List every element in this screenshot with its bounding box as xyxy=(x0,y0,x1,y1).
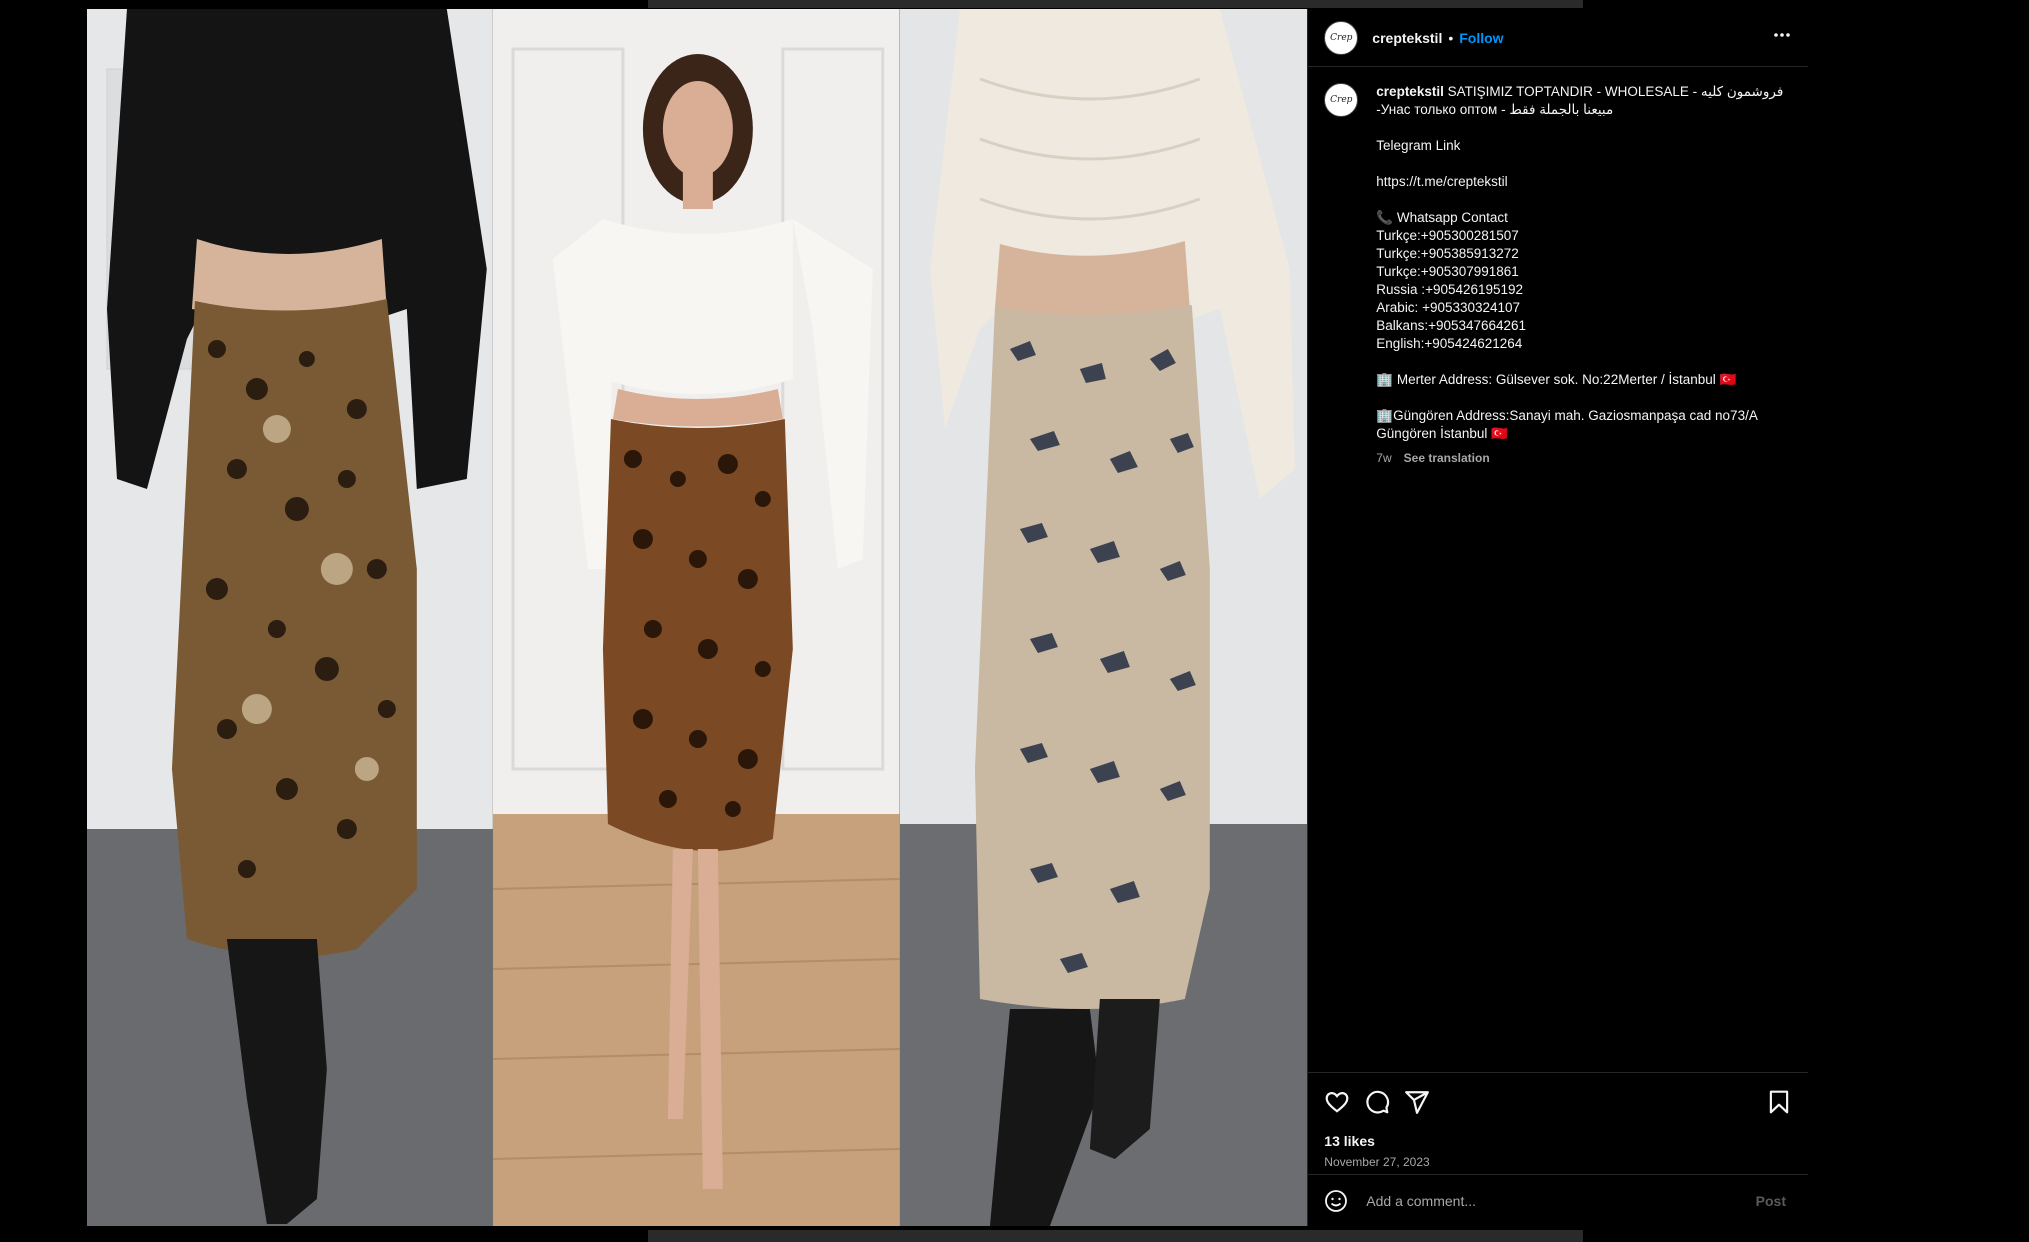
follow-button[interactable]: Follow xyxy=(1459,30,1503,46)
avatar[interactable]: Crep xyxy=(1324,20,1359,55)
post-image-right xyxy=(899,9,1308,1226)
caption-avatar[interactable]: Crep xyxy=(1324,83,1359,117)
post-comment-button[interactable]: Post xyxy=(1750,1192,1792,1210)
caption-avatar-text: Crep xyxy=(1330,95,1353,105)
caption-line: Telegram Link xyxy=(1376,138,1461,153)
caption-text: creptekstil SATIŞIMIZ TOPTANDIR - WHOLES… xyxy=(1376,83,1786,467)
caption-block: Crep creptekstil SATIŞIMIZ TOPTANDIR - W… xyxy=(1308,67,1808,467)
caption-line xyxy=(1376,191,1786,209)
avatar-text: Crep xyxy=(1330,32,1353,43)
caption-line: Balkans:+905347664261 xyxy=(1376,318,1527,333)
caption-line: 📞 Whatsapp Contact xyxy=(1376,210,1508,225)
caption-line xyxy=(1376,119,1786,137)
see-translation-button[interactable]: See translation xyxy=(1404,449,1490,467)
caption-line xyxy=(1376,155,1786,173)
time-ago[interactable]: 7w xyxy=(1376,449,1391,467)
caption-first-line: SATIŞIMIZ TOPTANDIR - WHOLESALE - فروشمو… xyxy=(1443,84,1784,99)
post-image-left xyxy=(87,9,493,1226)
post-details-panel: Crep creptekstil • Follow Crep creptekst… xyxy=(1307,9,1808,1226)
bookmark-icon[interactable] xyxy=(1766,1089,1792,1115)
caption-line: Arabic: +905330324107 xyxy=(1376,300,1521,315)
comment-bar: Post xyxy=(1308,1174,1808,1226)
caption-line: -Унас только оптом - مبيعنا بالجملة فقط xyxy=(1376,102,1614,117)
more-options-icon[interactable] xyxy=(1772,25,1792,51)
caption-meta: 7w See translation xyxy=(1376,449,1786,467)
caption-line: Turkçe:+905300281507 xyxy=(1376,228,1519,243)
likes-count[interactable]: 13 likes xyxy=(1308,1125,1808,1149)
caption-line: Russia :+905426195192 xyxy=(1376,282,1524,297)
action-icons xyxy=(1308,1073,1808,1125)
post-media[interactable] xyxy=(87,9,1308,1226)
post-header: Crep creptekstil • Follow xyxy=(1308,9,1808,67)
caption-line xyxy=(1376,389,1786,407)
feed-background-strip-top xyxy=(648,0,1583,8)
post-modal: Crep creptekstil • Follow Crep creptekst… xyxy=(87,9,1808,1226)
feed-background-strip-bottom xyxy=(648,1230,1583,1242)
caption-line: Turkçe:+905307991861 xyxy=(1376,264,1519,279)
comment-icon[interactable] xyxy=(1364,1089,1390,1115)
emoji-icon[interactable] xyxy=(1324,1189,1348,1213)
caption-line xyxy=(1376,353,1786,371)
separator-dot: • xyxy=(1448,29,1454,46)
actions-area: 13 likes November 27, 2023 xyxy=(1308,1072,1808,1169)
heart-icon[interactable] xyxy=(1324,1089,1350,1115)
username-link[interactable]: creptekstil xyxy=(1372,30,1442,46)
caption-line: 🏢 Merter Address: Gülsever sok. No:22Mer… xyxy=(1376,372,1737,387)
share-icon[interactable] xyxy=(1404,1089,1430,1115)
telegram-link[interactable]: https://t.me/creptekstil xyxy=(1376,173,1786,191)
post-date: November 27, 2023 xyxy=(1324,1155,1430,1169)
post-image-center xyxy=(492,9,900,1226)
comment-input[interactable] xyxy=(1364,1191,1750,1210)
caption-line: 🏢Güngören Address:Sanayi mah. Gaziosmanp… xyxy=(1376,408,1761,441)
caption-line: Turkçe:+905385913272 xyxy=(1376,246,1519,261)
caption-username[interactable]: creptekstil xyxy=(1376,84,1444,99)
caption-line: English:+905424621264 xyxy=(1376,336,1523,351)
